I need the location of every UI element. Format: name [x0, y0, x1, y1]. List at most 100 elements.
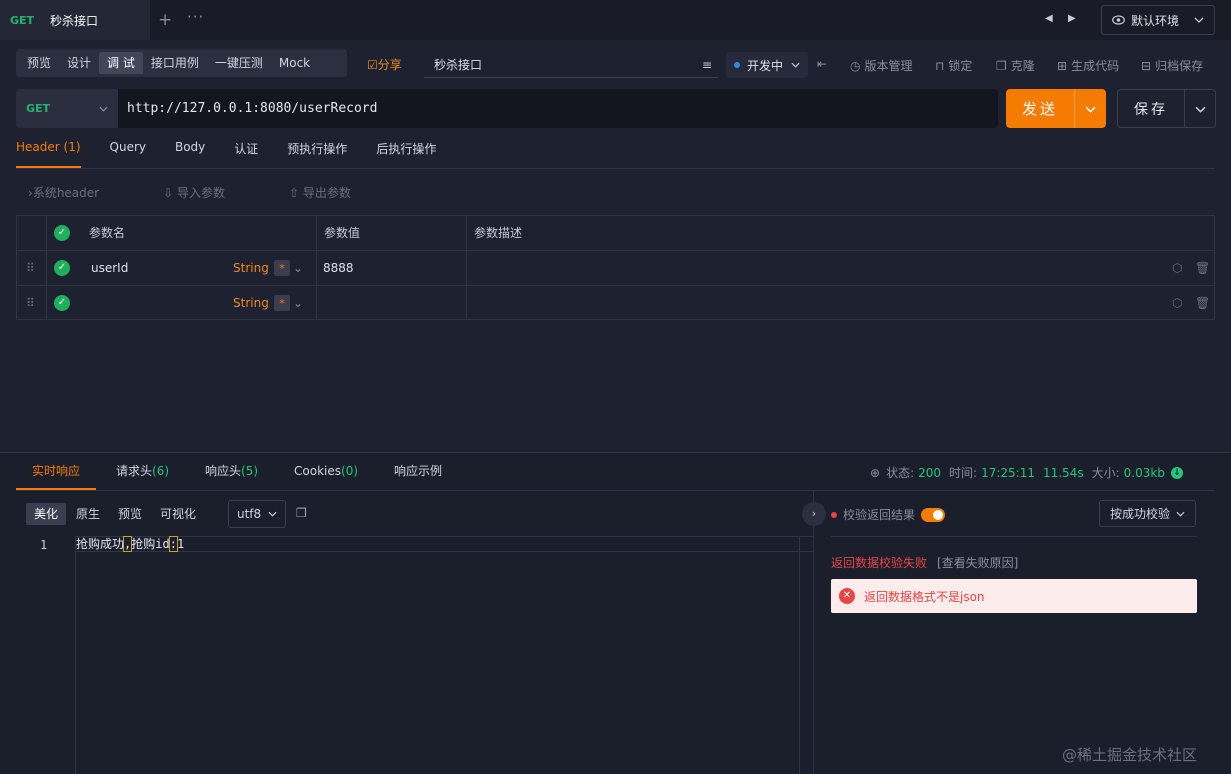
param-type-label[interactable]: String	[233, 286, 269, 320]
param-name-input[interactable]: userId	[91, 251, 128, 285]
mode-mock[interactable]: Mock	[271, 52, 318, 74]
import-params-button[interactable]: ⇩ 导入参数	[163, 184, 257, 201]
code-part: 1	[176, 537, 185, 551]
scroll-right-icon[interactable]: ▶	[1068, 13, 1076, 24]
validation-mode-select[interactable]: 按成功校验	[1099, 500, 1196, 527]
view-pretty[interactable]: 美化	[26, 503, 67, 525]
col-param-name: 参数名	[89, 226, 126, 240]
red-dot-icon	[831, 511, 837, 518]
download-icon[interactable]: ↓	[1170, 466, 1183, 479]
encoding-select[interactable]: utf8	[228, 500, 286, 528]
mode-design[interactable]: 设计	[59, 52, 99, 74]
save-dropdown-icon[interactable]	[1185, 102, 1215, 116]
tab-query[interactable]: Query	[110, 140, 146, 168]
chevron-down-icon	[791, 62, 800, 68]
required-star-icon[interactable]: *	[274, 295, 290, 311]
chevron-down-icon	[1194, 17, 1204, 23]
clone-icon: ❐	[996, 58, 1007, 73]
chevron-down-icon[interactable]: ⌄	[293, 251, 303, 285]
line-number: 1	[40, 538, 48, 552]
view-raw[interactable]: 原生	[68, 503, 108, 525]
send-button[interactable]: 发送	[1006, 89, 1106, 128]
trash-icon[interactable]: 🗑	[1195, 286, 1210, 320]
tab-realtime-response[interactable]: 实时响应	[16, 452, 97, 490]
view-visualize[interactable]: 可视化	[152, 503, 204, 525]
tab-cookies[interactable]: Cookies(0)	[278, 452, 374, 490]
status-select[interactable]: 开发中	[726, 52, 808, 78]
chevron-down-icon	[99, 106, 108, 112]
response-meta: ⊕ 状态: 200 时间: 17:25:11 11.54s 大小: 0.03kb…	[870, 464, 1183, 481]
watermark: @稀土掘金技术社区	[1062, 746, 1198, 764]
drag-handle-icon[interactable]: ⠿	[26, 251, 35, 285]
scroll-left-icon[interactable]: ◀	[1045, 13, 1053, 24]
save-button[interactable]: 保存	[1117, 89, 1216, 128]
tab-pre-script[interactable]: 预执行操作	[287, 140, 347, 168]
required-star-icon[interactable]: *	[274, 260, 290, 276]
request-tabs: Header (1) Query Body 认证 预执行操作 后执行操作	[16, 140, 465, 168]
view-preview[interactable]: 预览	[110, 503, 150, 525]
response-body[interactable]: 1 抢购成功,抢购id:1	[16, 536, 813, 774]
format-edit-icon[interactable]: ≡	[702, 52, 712, 78]
archive-icon: ⊟	[1141, 58, 1152, 73]
mode-stress-test[interactable]: 一键压测	[207, 52, 271, 74]
export-params-button[interactable]: ⇧ 导出参数	[289, 184, 383, 201]
col-param-desc: 参数描述	[474, 226, 523, 240]
code-part: 抢购id	[131, 537, 170, 551]
codegen-button[interactable]: ⊞ 生成代码	[1057, 57, 1119, 74]
send-label: 发送	[1021, 100, 1058, 118]
tab-auth[interactable]: 认证	[234, 140, 258, 168]
code-icon: ⊞	[1057, 58, 1068, 73]
param-value-input[interactable]: 8888	[323, 251, 354, 285]
tab-body[interactable]: Body	[175, 140, 205, 168]
environment-select[interactable]: 默认环境	[1101, 5, 1215, 35]
tab-request-headers[interactable]: 请求头(6)	[100, 452, 185, 490]
archive-button[interactable]: ⊟ 归档保存	[1141, 57, 1203, 74]
api-name-text: 秒杀接口	[434, 58, 483, 72]
trash-icon[interactable]: 🗑	[1195, 251, 1210, 285]
mode-switcher: 预览 设计 调 试 接口用例 一键压测 Mock	[16, 49, 347, 77]
clone-button[interactable]: ❐ 克隆	[996, 57, 1035, 74]
api-name-input[interactable]: 秒杀接口 ≡	[424, 52, 718, 78]
system-header-toggle[interactable]: ›系统header	[28, 184, 131, 201]
drag-handle-icon[interactable]: ⠿	[26, 286, 35, 320]
validation-fail-title: 返回数据校验失败	[831, 556, 928, 570]
mode-preview[interactable]: 预览	[19, 52, 59, 74]
mode-debug[interactable]: 调 试	[99, 52, 143, 74]
list-icon[interactable]: ⇤	[817, 57, 827, 71]
clock-icon: ◷	[850, 58, 861, 73]
share-button[interactable]: ☑分享	[367, 56, 402, 73]
method-select[interactable]: GET	[16, 89, 118, 128]
more-tabs-icon[interactable]: ···	[187, 8, 204, 26]
cube-icon[interactable]: ⬡	[1172, 286, 1182, 320]
archive-label: 归档保存	[1155, 59, 1204, 73]
version-button[interactable]: ◷ 版本管理	[850, 57, 913, 74]
tab-seckill[interactable]: GET 秒杀接口	[0, 0, 150, 40]
tab-response-example[interactable]: 响应示例	[378, 452, 458, 490]
select-all-check-icon[interactable]: ✓	[54, 225, 70, 241]
new-tab-plus-icon[interactable]: +	[158, 10, 172, 30]
view-mode-group: 美化 原生 预览 可视化	[26, 503, 206, 525]
size-label: 大小:	[1091, 466, 1120, 480]
response-time: 17:25:11	[981, 465, 1035, 480]
error-message-box: ✕ 返回数据格式不是json	[831, 579, 1197, 613]
send-dropdown-icon[interactable]	[1075, 102, 1106, 116]
col-param-value: 参数值	[324, 226, 361, 240]
param-type-label[interactable]: String	[233, 251, 269, 285]
lock-button[interactable]: ⊓ 锁定	[935, 57, 972, 74]
cube-icon[interactable]: ⬡	[1172, 251, 1182, 285]
tab-response-headers[interactable]: 响应头(5)	[189, 452, 274, 490]
method-label: GET	[26, 102, 51, 115]
tab-post-script[interactable]: 后执行操作	[376, 140, 436, 168]
codegen-label: 生成代码	[1071, 59, 1120, 73]
row-check-icon[interactable]: ✓	[54, 295, 70, 311]
collapse-panel-icon[interactable]: ›	[802, 502, 826, 526]
row-check-icon[interactable]: ✓	[54, 260, 70, 276]
tab-header[interactable]: Header (1)	[16, 140, 81, 168]
globe-icon[interactable]: ⊕	[870, 466, 880, 480]
validate-switch[interactable]	[921, 507, 946, 522]
copy-icon[interactable]: ❐	[296, 506, 307, 520]
view-fail-reason-link[interactable]: [查看失败原因]	[937, 554, 1018, 571]
url-input[interactable]: http://127.0.0.1:8080/userRecord	[118, 89, 998, 128]
mode-test-cases[interactable]: 接口用例	[143, 52, 207, 74]
chevron-down-icon[interactable]: ⌄	[293, 286, 303, 320]
